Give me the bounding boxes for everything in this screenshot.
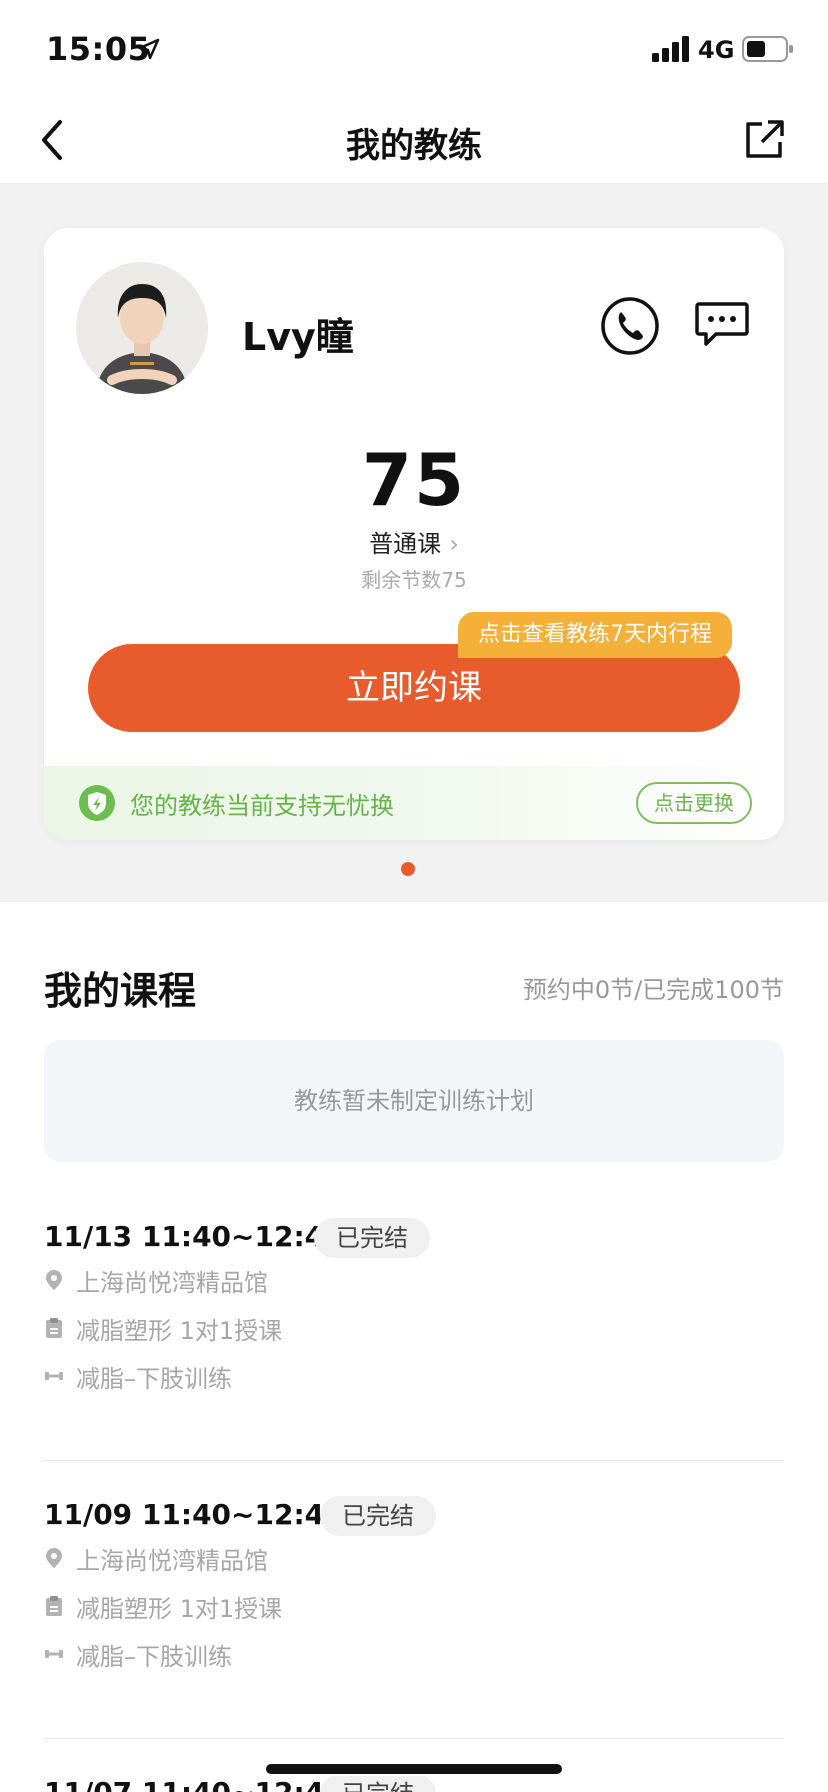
lesson-type-label: 普通课	[369, 530, 442, 558]
venue-text: 上海尚悦湾精品馆	[76, 1546, 268, 1575]
dumbbell-icon	[45, 1372, 63, 1380]
course-time: 11/07 11:40~12:40	[44, 1776, 344, 1792]
clipboard-icon	[46, 1596, 62, 1616]
lesson-remaining: 剩余节数75	[361, 568, 467, 592]
course-training: 减脂–下肢训练	[44, 1360, 232, 1393]
shield-icon	[79, 785, 115, 821]
coach-avatar[interactable]	[76, 262, 208, 394]
course-time: 11/09 11:40~12:40	[44, 1498, 344, 1531]
status-time: 15:05	[46, 30, 151, 68]
home-indicator[interactable]	[266, 1764, 562, 1774]
battery-icon	[742, 36, 793, 62]
course-time: 11/13 11:40~12:40	[44, 1220, 344, 1253]
chevron-right-icon: ›	[449, 530, 459, 558]
page-title: 我的教练	[346, 126, 482, 166]
clipboard-icon	[46, 1318, 62, 1338]
location-arrow-icon	[138, 38, 160, 60]
course-name-text: 减脂塑形 1对1授课	[76, 1316, 283, 1345]
location-pin-icon	[46, 1270, 62, 1290]
divider	[44, 1738, 784, 1739]
coach-schedule-tip[interactable]: 点击查看教练7天内行程	[458, 612, 732, 658]
venue-text: 上海尚悦湾精品馆	[76, 1268, 268, 1297]
share-icon[interactable]	[742, 118, 786, 162]
course-venue: 上海尚悦湾精品馆	[44, 1542, 268, 1575]
training-text: 减脂–下肢训练	[76, 1364, 232, 1393]
course-name: 减脂塑形 1对1授课	[44, 1312, 283, 1345]
message-icon[interactable]	[694, 300, 750, 348]
status-badge: 已完结	[320, 1776, 436, 1792]
worry-free-banner: 您的教练当前支持无忧换 点击更换	[44, 766, 784, 840]
divider	[44, 1460, 784, 1461]
coach-name: Lvy瞳	[242, 315, 354, 359]
training-text: 减脂–下肢训练	[76, 1642, 232, 1671]
course-training: 减脂–下肢训练	[44, 1638, 232, 1671]
location-pin-icon	[46, 1548, 62, 1568]
coach-card: Lvy瞳 75 普通课 › 剩余节数75 立即约课 点击查看教练7天内行程 您的教…	[44, 228, 784, 840]
courses-summary: 预约中0节/已完成100节	[522, 976, 784, 1004]
change-coach-button[interactable]: 点击更换	[636, 782, 752, 824]
course-venue: 上海尚悦湾精品馆	[44, 1264, 268, 1297]
network-type: 4G	[698, 36, 735, 64]
course-name-text: 减脂塑形 1对1授课	[76, 1594, 283, 1623]
lesson-type-link[interactable]: 普通课 ›	[44, 524, 784, 559]
phone-icon[interactable]	[600, 296, 660, 356]
signal-icon	[652, 36, 689, 62]
worry-free-text: 您的教练当前支持无忧换	[130, 792, 394, 820]
training-plan-placeholder: 教练暂未制定训练计划	[44, 1040, 784, 1162]
status-badge: 已完结	[314, 1218, 430, 1258]
nav-bar: 我的教练	[0, 96, 828, 184]
course-item[interactable]: 11/07 11:40~12:40 已完结	[44, 1776, 784, 1792]
course-name: 减脂塑形 1对1授课	[44, 1590, 283, 1623]
lesson-count: 75	[361, 438, 467, 522]
dumbbell-icon	[45, 1650, 63, 1658]
course-item[interactable]: 11/13 11:40~12:40 已完结 上海尚悦湾精品馆 减脂塑形 1对1授…	[44, 1218, 784, 1498]
course-item[interactable]: 11/09 11:40~12:40 已完结 上海尚悦湾精品馆 减脂塑形 1对1授…	[44, 1496, 784, 1776]
status-bar: 15:05 4G	[0, 0, 828, 96]
status-badge: 已完结	[320, 1496, 436, 1536]
courses-title: 我的课程	[44, 969, 197, 1013]
pagination-dot	[401, 862, 415, 876]
